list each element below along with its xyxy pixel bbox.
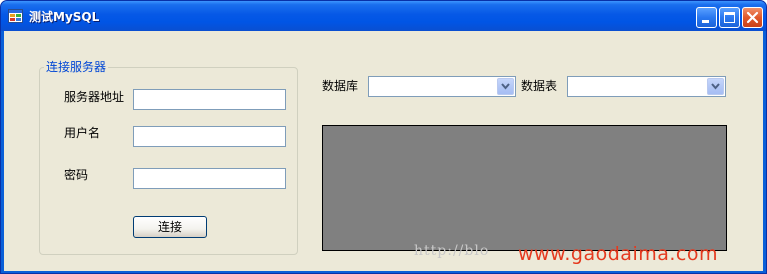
form-app-icon xyxy=(8,9,23,23)
maximize-button[interactable] xyxy=(719,7,740,28)
chevron-down-icon xyxy=(711,83,720,90)
close-icon xyxy=(746,11,759,24)
database-dropdown-button[interactable] xyxy=(497,78,514,95)
database-combobox[interactable] xyxy=(368,76,516,97)
server-address-input[interactable] xyxy=(133,89,286,110)
username-label: 用户名 xyxy=(64,126,101,140)
close-button[interactable] xyxy=(742,7,763,28)
title-bar[interactable]: 测试MySQL xyxy=(1,1,766,31)
password-input[interactable] xyxy=(133,168,286,189)
app-window: 测试MySQL 连接服务器 服务器地址 用户名 密码 连接 数据库 数据表 ht… xyxy=(0,0,767,274)
data-grid-view[interactable] xyxy=(322,125,727,251)
username-input[interactable] xyxy=(133,126,286,147)
minimize-icon xyxy=(702,20,709,23)
server-address-label: 服务器地址 xyxy=(64,90,125,104)
chevron-down-icon xyxy=(501,83,510,90)
connect-button[interactable]: 连接 xyxy=(133,216,207,238)
database-label: 数据库 xyxy=(322,79,359,93)
table-label: 数据表 xyxy=(521,79,558,93)
client-area: 连接服务器 服务器地址 用户名 密码 连接 数据库 数据表 http://blo… xyxy=(4,31,763,271)
password-label: 密码 xyxy=(64,168,89,182)
watermark-url: http://blo xyxy=(414,243,490,259)
watermark-site: www.gaodaima.com xyxy=(518,243,718,265)
minimize-button[interactable] xyxy=(696,7,717,28)
table-dropdown-button[interactable] xyxy=(707,78,724,95)
maximize-icon xyxy=(724,12,735,23)
window-title: 测试MySQL xyxy=(29,10,100,24)
connection-group-title: 连接服务器 xyxy=(44,58,109,75)
table-combobox[interactable] xyxy=(567,76,726,97)
